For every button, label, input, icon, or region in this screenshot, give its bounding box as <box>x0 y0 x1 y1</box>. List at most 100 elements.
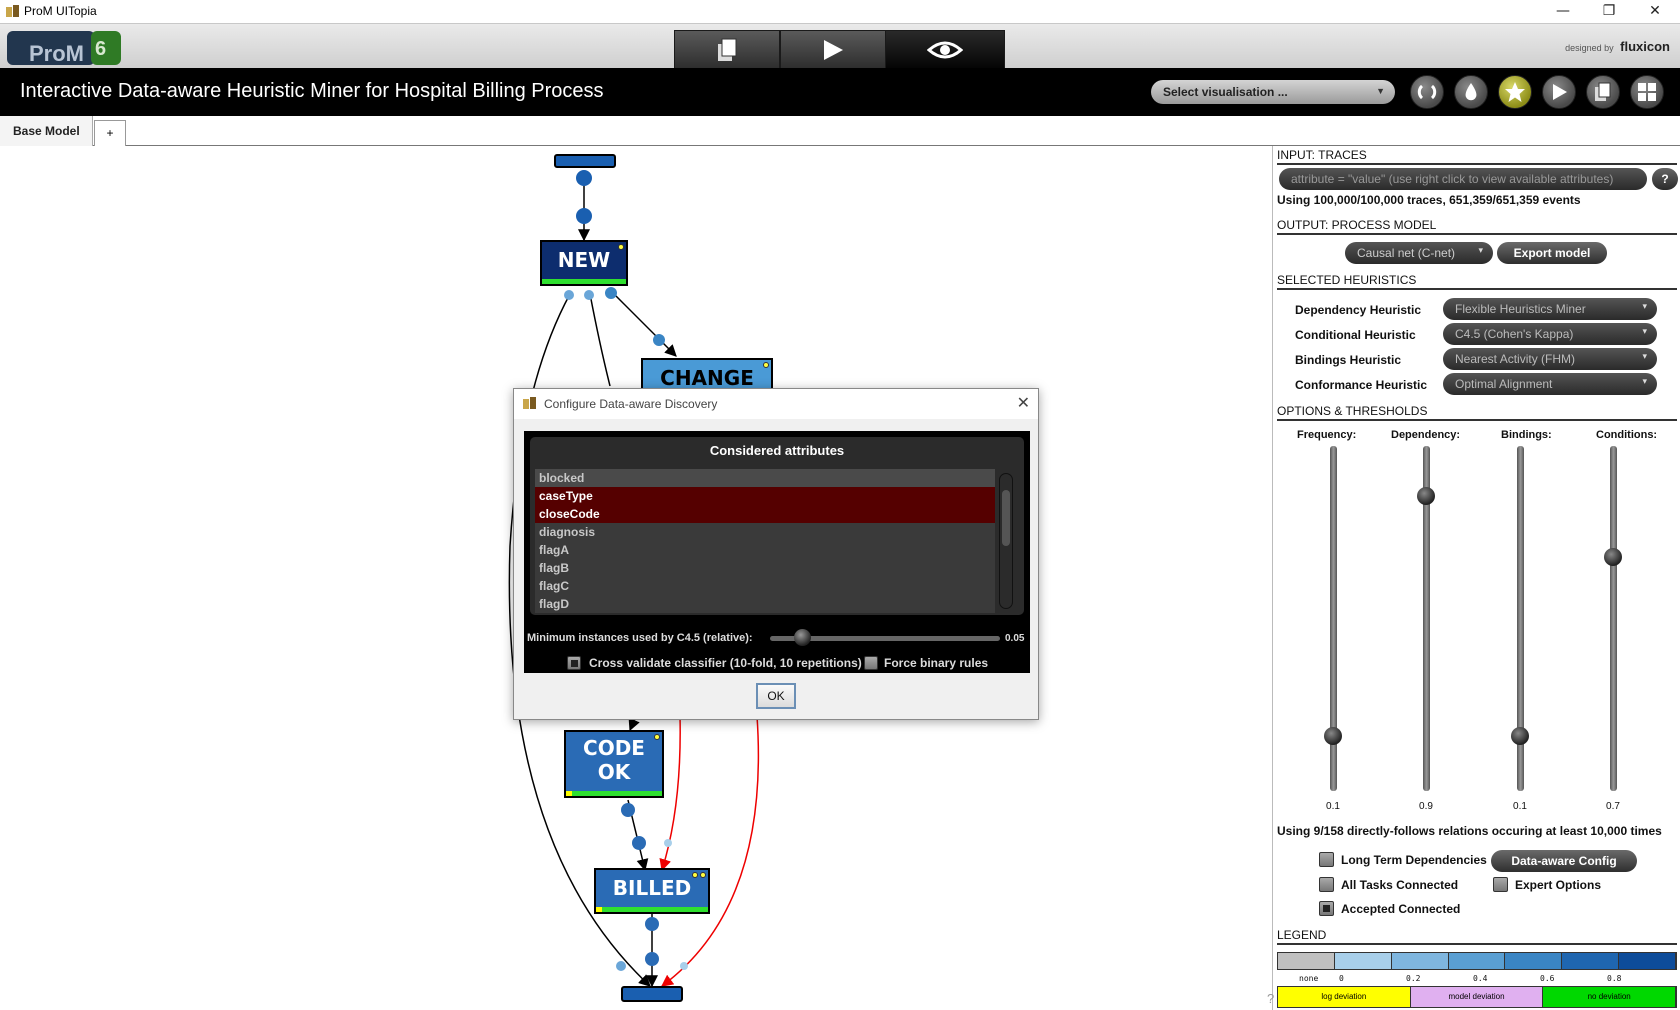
attribute-item[interactable]: closeCode <box>535 505 995 523</box>
add-tab-button[interactable]: + <box>94 120 126 146</box>
chevron-down-icon: ▼ <box>1376 86 1385 96</box>
expert-options-label: Expert Options <box>1515 878 1602 892</box>
all-tasks-connected-checkbox[interactable] <box>1319 877 1334 892</box>
conditional-heuristic-select[interactable]: C4.5 (Cohen's Kappa) ▾ <box>1443 323 1657 345</box>
refresh-button[interactable] <box>1410 75 1444 109</box>
window-titlebar: ProM UITopia — ❐ ✕ <box>0 0 1680 24</box>
ok-button[interactable]: OK <box>756 683 796 709</box>
legend-color-swatch <box>1448 953 1506 969</box>
threshold-slider-track[interactable] <box>1610 446 1617 791</box>
legend-tick-label: 0.4 <box>1473 974 1488 983</box>
attribute-item[interactable]: flagA <box>535 541 995 559</box>
copy-button[interactable] <box>1586 75 1620 109</box>
min-instances-value: 0.05 <box>1005 633 1025 644</box>
conformance-heuristic-select[interactable]: Optimal Alignment ▾ <box>1443 373 1657 395</box>
graph-node-code-ok[interactable]: CODE OK <box>564 730 664 798</box>
threshold-slider-knob[interactable] <box>1511 726 1529 745</box>
maximize-button[interactable]: ❐ <box>1586 0 1632 24</box>
long-term-dependencies-checkbox[interactable] <box>1319 852 1334 867</box>
graph-node-start[interactable] <box>554 154 616 168</box>
legend-color-swatch <box>1619 953 1677 969</box>
graph-node-end[interactable] <box>621 986 683 1002</box>
legend-color-scale <box>1277 952 1677 970</box>
attribute-list-scrollbar[interactable] <box>999 473 1013 609</box>
tab-views[interactable] <box>885 30 1005 68</box>
play-icon <box>824 39 843 60</box>
graph-node-billed[interactable]: BILLED <box>594 868 710 914</box>
scrollbar-thumb[interactable] <box>1002 490 1010 546</box>
dialog-body: Considered attributes blocked caseType clo… <box>524 431 1030 673</box>
accepted-connected-checkbox[interactable] <box>1319 901 1334 916</box>
chevron-down-icon: ▾ <box>1478 245 1483 255</box>
edge-red-end <box>661 715 760 987</box>
tab-actions[interactable] <box>780 30 886 68</box>
prom-app-icon <box>523 397 536 409</box>
favorite-button[interactable] <box>1498 75 1532 109</box>
visualisation-select[interactable]: Select visualisation ... ▼ <box>1151 80 1395 104</box>
attribute-item[interactable]: flagD <box>535 595 995 613</box>
min-instances-knob[interactable] <box>794 629 811 646</box>
section-selected-heuristics: SELECTED HEURISTICS <box>1277 273 1677 290</box>
model-tabs: Base Model + <box>0 116 1680 146</box>
attribute-item[interactable]: blocked <box>535 469 995 487</box>
chevron-down-icon: ▾ <box>1642 326 1647 336</box>
minimize-button[interactable]: — <box>1540 0 1586 24</box>
trace-filter-input[interactable]: attribute = "value" (use right click to … <box>1279 168 1647 190</box>
filter-help-button[interactable]: ? <box>1652 168 1678 190</box>
settings-panel: INPUT: TRACES attribute = "value" (use r… <box>1267 146 1680 1010</box>
threshold-value: 0.1 <box>1326 801 1340 812</box>
bindings-heuristic-select[interactable]: Nearest Activity (FHM) ▾ <box>1443 348 1657 370</box>
threshold-slider-knob[interactable] <box>1324 726 1342 745</box>
grid-button[interactable] <box>1630 75 1664 109</box>
dependency-heuristic-label: Dependency Heuristic <box>1295 303 1422 317</box>
dialog-title: Configure Data-aware Discovery <box>544 397 718 411</box>
legend-color-swatch <box>1562 953 1620 969</box>
attribute-item[interactable]: diagnosis <box>535 523 995 541</box>
model-type-select[interactable]: Causal net (C-net) ▾ <box>1345 242 1493 264</box>
copy-icon <box>1595 82 1611 101</box>
data-aware-config-button[interactable]: Data-aware Config <box>1491 850 1637 872</box>
legend-tick-label: 0.6 <box>1540 974 1555 983</box>
force-binary-checkbox[interactable] <box>864 656 878 670</box>
accepted-connected-label: Accepted Connected <box>1341 902 1461 916</box>
designed-by: designed by fluxicon <box>1565 39 1670 54</box>
configure-data-aware-dialog: Configure Data-aware Discovery ✕ Conside… <box>513 388 1039 720</box>
drop-button[interactable] <box>1454 75 1488 109</box>
threshold-slider-knob[interactable] <box>1604 547 1622 566</box>
attribute-item[interactable]: caseType <box>535 487 995 505</box>
dialog-close-button[interactable]: ✕ <box>1017 393 1030 412</box>
cross-validate-label: Cross validate classifier (10-fold, 10 r… <box>589 656 862 670</box>
all-tasks-connected-label: All Tasks Connected <box>1341 878 1459 892</box>
corner-help-icon[interactable]: ? <box>1267 991 1274 1006</box>
threshold-slider-knob[interactable] <box>1417 486 1435 505</box>
legend-tick-label: 0.8 <box>1607 974 1622 983</box>
edge-new-down <box>589 293 611 387</box>
tab-base-model[interactable]: Base Model <box>0 116 93 146</box>
attribute-item[interactable]: flagC <box>535 577 995 595</box>
play-view-button[interactable] <box>1542 75 1576 109</box>
export-model-button[interactable]: Export model <box>1497 242 1607 264</box>
cross-validate-checkbox[interactable] <box>567 656 581 670</box>
min-instances-label: Minimum instances used by C4.5 (relative… <box>527 632 753 644</box>
view-toolbar: Interactive Data-aware Heuristic Miner f… <box>0 68 1680 116</box>
expert-options-checkbox[interactable] <box>1493 877 1508 892</box>
view-title: Interactive Data-aware Heuristic Miner f… <box>20 80 604 102</box>
attribute-list[interactable]: blocked caseType closeCode diagnosis flagA fl… <box>535 469 995 613</box>
window-title: ProM UITopia <box>24 4 97 18</box>
force-binary-label: Force binary rules <box>884 656 989 670</box>
graph-node-new[interactable]: NEW <box>540 240 628 286</box>
legend-color-swatch <box>1505 953 1563 969</box>
dependency-heuristic-select[interactable]: Flexible Heuristics Miner ▾ <box>1443 298 1657 320</box>
threshold-value: 0.1 <box>1513 801 1527 812</box>
attribute-list-box: Considered attributes blocked caseType clo… <box>530 437 1024 615</box>
legend-deviation-item: log deviation <box>1278 987 1411 1007</box>
chevron-down-icon: ▾ <box>1642 351 1647 361</box>
tab-workspace[interactable] <box>674 30 780 68</box>
dialog-titlebar: Configure Data-aware Discovery ✕ <box>514 389 1038 419</box>
attribute-item[interactable]: flagB <box>535 559 995 577</box>
close-window-button[interactable]: ✕ <box>1632 0 1678 24</box>
conditions-label: Conditions: <box>1596 429 1658 441</box>
frequency-label: Frequency: <box>1297 429 1357 441</box>
attribute-list-title: Considered attributes <box>709 443 845 458</box>
legend-tick-label: 0 <box>1339 974 1344 983</box>
